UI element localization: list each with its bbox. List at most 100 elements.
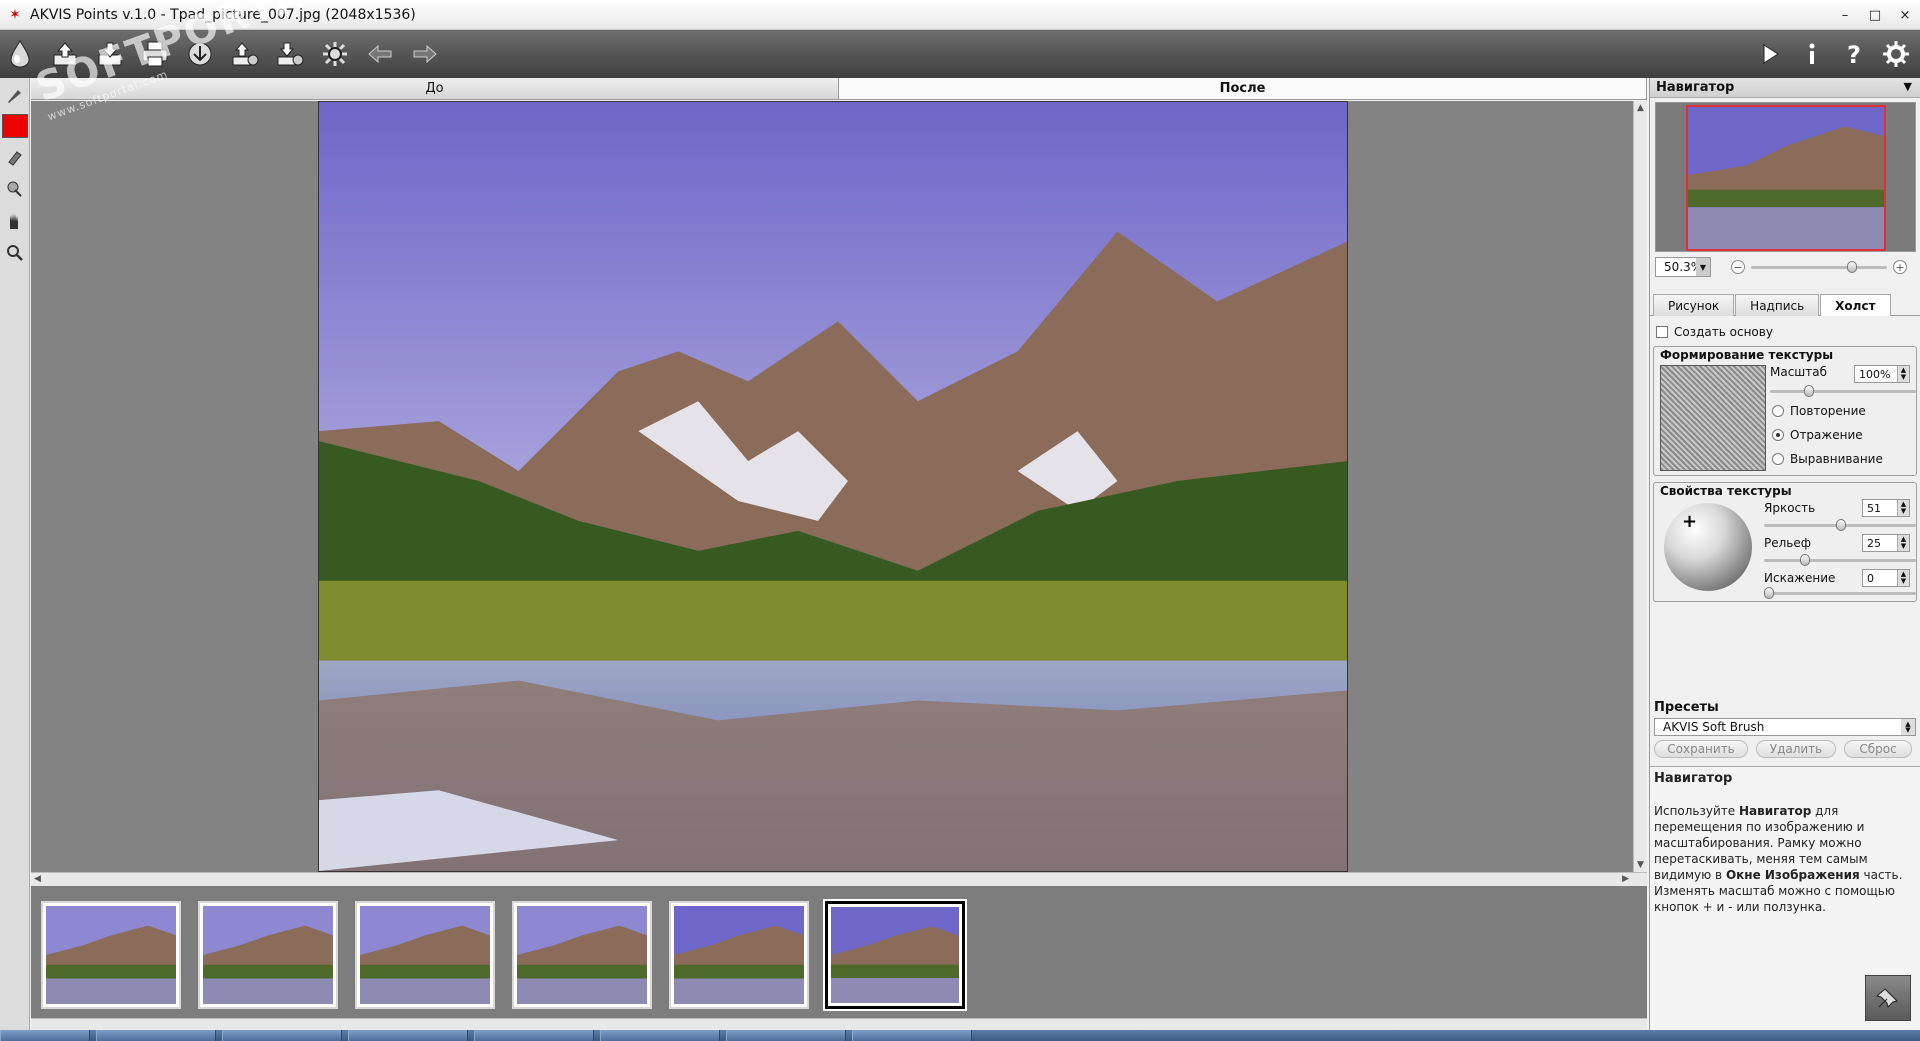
zoom-slider-knob[interactable] — [1846, 261, 1857, 273]
preferences-icon[interactable] — [1876, 34, 1916, 74]
horizontal-scrollbar[interactable]: ◀ ▶ — [31, 872, 1647, 886]
thumbnail-2[interactable] — [198, 901, 338, 1009]
load-preset-icon[interactable] — [225, 34, 265, 74]
thumbnail-6-selected[interactable] — [823, 899, 967, 1011]
scroll-up-icon[interactable]: ▲ — [1637, 103, 1644, 113]
distortion-field[interactable]: 0 ▲ ▼ — [1862, 569, 1910, 587]
radio-reflect[interactable] — [1772, 429, 1784, 441]
taskbar-item[interactable] — [96, 1030, 216, 1041]
thumbnail-1[interactable] — [41, 901, 181, 1009]
tab-text[interactable]: Надпись — [1735, 294, 1820, 316]
create-base-row[interactable]: Создать основу — [1650, 320, 1920, 344]
texture-preview[interactable] — [1660, 365, 1766, 471]
scale-spinner[interactable]: ▲ ▼ — [1897, 366, 1909, 382]
save-preset-button[interactable]: Сохранить — [1654, 740, 1748, 758]
svg-text:?: ? — [1847, 41, 1861, 69]
help-icon[interactable]: ? — [1834, 34, 1874, 74]
dropdown-arrow-icon[interactable]: ▼ — [1696, 258, 1710, 276]
thumbnail-5[interactable] — [669, 901, 809, 1009]
scroll-left-icon[interactable]: ◀ — [34, 874, 41, 884]
brightness-slider[interactable] — [1764, 519, 1916, 531]
scale-slider[interactable] — [1770, 385, 1916, 397]
preset-select[interactable]: AKVIS Soft Brush ▲ ▼ — [1654, 718, 1916, 736]
light-source-icon[interactable]: + — [1682, 511, 1697, 532]
help-title: Навигатор — [1654, 771, 1733, 786]
radio-repeat[interactable] — [1772, 405, 1784, 417]
brush-icon[interactable] — [1, 80, 29, 110]
processed-image[interactable] — [318, 101, 1348, 872]
info-icon[interactable] — [1792, 34, 1832, 74]
relief-field[interactable]: 25 ▲ ▼ — [1862, 534, 1910, 552]
taskbar-item[interactable] — [222, 1030, 342, 1041]
select-arrows-icon[interactable]: ▲ ▼ — [1901, 719, 1915, 735]
relief-slider[interactable] — [1764, 554, 1916, 566]
relief-slider-knob[interactable] — [1799, 554, 1810, 566]
brightness-spinner[interactable]: ▲ ▼ — [1897, 500, 1909, 516]
hand-icon[interactable] — [1, 206, 29, 236]
zoom-in-icon[interactable]: + — [1893, 260, 1907, 274]
zoom-field[interactable]: 50.3% ▼ — [1655, 257, 1711, 277]
distortion-slider[interactable] — [1764, 587, 1916, 599]
chevron-down-icon[interactable]: ▼ — [1904, 80, 1912, 93]
tab-drawing[interactable]: Рисунок — [1653, 294, 1735, 316]
distortion-label: Искажение — [1764, 571, 1836, 585]
thumbnail-4[interactable] — [512, 901, 652, 1009]
undo-icon[interactable] — [360, 34, 400, 74]
window-title: AKVIS Points v.1.0 - Tpad_picture_007.jp… — [30, 6, 416, 23]
taskbar-item[interactable] — [0, 1030, 90, 1041]
eraser-icon[interactable] — [1, 142, 29, 172]
taskbar-item[interactable] — [474, 1030, 594, 1041]
taskbar-item[interactable] — [852, 1030, 972, 1041]
print-icon[interactable] — [135, 34, 175, 74]
tab-after[interactable]: После — [839, 78, 1647, 99]
delete-preset-button[interactable]: Удалить — [1756, 740, 1836, 758]
stamp-icon[interactable] — [1, 174, 29, 204]
settings-batch-icon[interactable] — [315, 34, 355, 74]
zoom-out-icon[interactable]: − — [1731, 260, 1745, 274]
close-button[interactable]: × — [1890, 0, 1920, 30]
scale-slider-knob[interactable] — [1804, 385, 1814, 397]
navigator-preview[interactable] — [1655, 102, 1916, 252]
reset-preset-button[interactable]: Сброс — [1844, 740, 1912, 758]
create-base-checkbox[interactable] — [1656, 326, 1668, 338]
open-icon[interactable] — [45, 34, 85, 74]
redo-icon[interactable] — [405, 34, 445, 74]
taskbar-item[interactable] — [600, 1030, 720, 1041]
thumbnail-3[interactable] — [355, 901, 495, 1009]
share-icon[interactable] — [180, 34, 220, 74]
zoom-slider[interactable] — [1751, 261, 1887, 273]
pin-button[interactable] — [1865, 975, 1911, 1021]
distortion-slider-knob[interactable] — [1764, 587, 1774, 599]
zoom-row: 50.3% ▼ − + — [1650, 254, 1920, 280]
minimize-button[interactable]: – — [1830, 0, 1860, 30]
navigator-header: Навигатор ▼ — [1650, 78, 1920, 98]
vertical-scrollbar[interactable]: ▲ ▼ — [1633, 101, 1647, 872]
save-preset-icon[interactable] — [270, 34, 310, 74]
maximize-button[interactable]: □ — [1860, 0, 1890, 30]
navigator-title: Навигатор — [1656, 80, 1735, 95]
scroll-right-icon[interactable]: ▶ — [1622, 874, 1629, 884]
zoom-icon[interactable] — [1, 238, 29, 268]
save-icon[interactable] — [90, 34, 130, 74]
image-canvas[interactable] — [31, 101, 1633, 872]
help-text: Используйте Навигатор для перемещения по… — [1654, 804, 1903, 914]
taskbar-item[interactable] — [726, 1030, 846, 1041]
distortion-spinner[interactable]: ▲ ▼ — [1897, 570, 1909, 586]
presets-title: Пресеты — [1654, 700, 1719, 715]
run-icon[interactable] — [1750, 34, 1790, 74]
scale-field[interactable]: 100% ▲ ▼ — [1854, 365, 1910, 383]
tab-before[interactable]: До — [31, 78, 839, 99]
align-label: Выравнивание — [1790, 452, 1883, 466]
thumbnail-scrollbar[interactable] — [31, 1018, 1647, 1030]
texture-forming-title: Формирование текстуры — [1660, 348, 1834, 362]
relief-spinner[interactable]: ▲ ▼ — [1897, 535, 1909, 551]
light-sphere[interactable]: + — [1664, 503, 1752, 591]
radio-align[interactable] — [1772, 453, 1784, 465]
color-swatch[interactable] — [2, 114, 28, 138]
scroll-down-icon[interactable]: ▼ — [1637, 860, 1644, 870]
taskbar-item[interactable] — [348, 1030, 468, 1041]
navigator-frame[interactable] — [1686, 105, 1886, 251]
brightness-field[interactable]: 51 ▲ ▼ — [1862, 499, 1910, 517]
brightness-slider-knob[interactable] — [1836, 519, 1847, 531]
tab-canvas[interactable]: Холст — [1820, 294, 1891, 316]
